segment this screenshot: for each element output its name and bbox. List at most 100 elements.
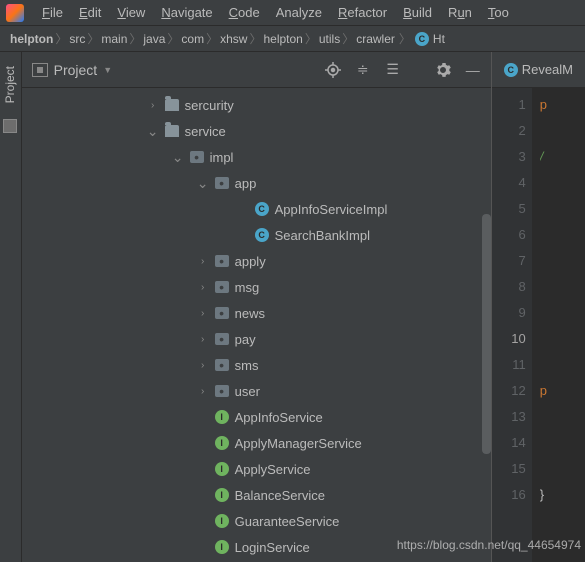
tree-row[interactable]: ›user xyxy=(22,378,491,404)
gutter-line[interactable]: 10 xyxy=(492,326,526,352)
menu-build[interactable]: Build xyxy=(395,2,440,23)
menu-navigate[interactable]: Navigate xyxy=(153,2,220,23)
gutter-line[interactable]: 2 xyxy=(492,118,526,144)
collapse-all-icon[interactable]: ☰ xyxy=(385,62,401,78)
gutter-line[interactable]: 11 xyxy=(492,352,526,378)
project-view-selector[interactable]: Project ▼ xyxy=(32,62,113,78)
code-line[interactable] xyxy=(540,118,585,144)
tree-row[interactable]: ⌄impl xyxy=(22,144,491,170)
tree-label: sercurity xyxy=(185,98,234,113)
tree-row[interactable]: IApplyManagerService xyxy=(22,430,491,456)
chevron-right-icon[interactable]: › xyxy=(197,282,209,293)
code-line[interactable] xyxy=(540,274,585,300)
gutter-line[interactable]: 4 xyxy=(492,170,526,196)
tree-label: ApplyManagerService xyxy=(235,436,362,451)
menu-code[interactable]: Code xyxy=(221,2,268,23)
project-tree[interactable]: ›sercurity⌄service⌄impl⌄appCAppInfoServi… xyxy=(22,88,491,562)
gutter-line[interactable]: 1 xyxy=(492,92,526,118)
breadcrumb-item[interactable]: xhsw xyxy=(220,32,247,46)
scrollbar-vertical[interactable] xyxy=(482,214,491,454)
breadcrumb-item[interactable]: utils xyxy=(319,32,340,46)
gutter-line[interactable]: 8 xyxy=(492,274,526,300)
code-line[interactable] xyxy=(540,222,585,248)
menu-edit[interactable]: Edit xyxy=(71,2,109,23)
tree-row[interactable]: ILoginService xyxy=(22,534,491,560)
breadcrumb-item[interactable]: helpton xyxy=(10,32,53,46)
code-line[interactable] xyxy=(540,404,585,430)
code-line[interactable] xyxy=(540,248,585,274)
gutter-line[interactable]: 13 xyxy=(492,404,526,430)
code-line[interactable] xyxy=(540,430,585,456)
breadcrumb-item[interactable]: main xyxy=(101,32,127,46)
gear-icon[interactable] xyxy=(435,62,451,78)
gutter-line[interactable]: 14 xyxy=(492,430,526,456)
tree-row[interactable]: ⌄app xyxy=(22,170,491,196)
code-line[interactable] xyxy=(540,170,585,196)
gutter-line[interactable]: 3 xyxy=(492,144,526,170)
gutter-line[interactable]: 15 xyxy=(492,456,526,482)
gutter-line[interactable]: 12 xyxy=(492,378,526,404)
editor-tab[interactable]: C RevealM xyxy=(498,62,579,77)
menu-tools[interactable]: Too xyxy=(480,2,517,23)
chevron-right-icon[interactable]: › xyxy=(197,360,209,371)
gutter-line[interactable]: 5 xyxy=(492,196,526,222)
code-line[interactable]: p xyxy=(540,92,585,118)
gutter-line[interactable]: 6 xyxy=(492,222,526,248)
code-area[interactable]: p / p} xyxy=(532,88,585,562)
menu-view[interactable]: View xyxy=(109,2,153,23)
editor-gutter[interactable]: 12345678910111213141516 xyxy=(492,88,532,562)
gutter-line[interactable]: 16 xyxy=(492,482,526,508)
tree-row[interactable]: CAppInfoServiceImpl xyxy=(22,196,491,222)
chevron-right-icon[interactable]: › xyxy=(197,386,209,397)
code-line[interactable] xyxy=(540,456,585,482)
package-icon xyxy=(215,307,229,319)
tree-row[interactable]: › pay xyxy=(22,326,491,352)
tree-row[interactable]: IBalanceService xyxy=(22,482,491,508)
chevron-down-icon[interactable]: ⌄ xyxy=(147,123,159,140)
tree-row[interactable]: ›apply xyxy=(22,248,491,274)
code-line[interactable] xyxy=(540,196,585,222)
tree-row[interactable]: IAppInfoService xyxy=(22,404,491,430)
tree-row[interactable]: › sercurity xyxy=(22,92,491,118)
chevron-down-icon[interactable]: ⌄ xyxy=(197,175,209,192)
menu-run[interactable]: Run xyxy=(440,2,480,23)
folder-icon xyxy=(165,125,179,137)
breadcrumb: helpton〉src〉main〉java〉com〉xhsw〉helpton〉u… xyxy=(0,26,585,52)
code-line[interactable] xyxy=(540,300,585,326)
menu-file[interactable]: File xyxy=(34,2,71,23)
chevron-down-icon[interactable]: ⌄ xyxy=(172,149,184,166)
breadcrumb-item[interactable]: crawler xyxy=(356,32,395,46)
breadcrumb-item[interactable]: src xyxy=(69,32,85,46)
code-line[interactable] xyxy=(540,352,585,378)
breadcrumb-class[interactable]: C Ht xyxy=(415,32,445,46)
locate-icon[interactable] xyxy=(325,62,341,78)
tree-row[interactable]: ⌄ service xyxy=(22,118,491,144)
tree-label: service xyxy=(185,124,226,139)
tree-row[interactable]: IGuaranteeService xyxy=(22,508,491,534)
tree-row[interactable]: CSearchBankImpl xyxy=(22,222,491,248)
tree-row[interactable]: ›msg xyxy=(22,274,491,300)
gutter-line[interactable]: 7 xyxy=(492,248,526,274)
menu-analyze[interactable]: Analyze xyxy=(268,2,330,23)
code-line[interactable]: } xyxy=(540,482,585,508)
chevron-right-icon[interactable]: › xyxy=(197,308,209,319)
tree-row[interactable]: ›news xyxy=(22,300,491,326)
project-tool-button[interactable]: Project xyxy=(3,60,17,109)
expand-all-icon[interactable]: ≑ xyxy=(355,62,371,78)
code-line[interactable]: / xyxy=(540,144,585,170)
code-line[interactable] xyxy=(540,326,585,352)
menu-refactor[interactable]: Refactor xyxy=(330,2,395,23)
breadcrumb-item[interactable]: java xyxy=(143,32,165,46)
tree-row[interactable]: IApplyService xyxy=(22,456,491,482)
breadcrumb-item[interactable]: com xyxy=(181,32,204,46)
chevron-right-icon[interactable]: › xyxy=(197,256,209,267)
gutter-line[interactable]: 9 xyxy=(492,300,526,326)
chevron-right-icon[interactable]: › xyxy=(147,100,159,111)
hide-icon[interactable]: — xyxy=(465,62,481,78)
code-line[interactable]: p xyxy=(540,378,585,404)
breadcrumb-item[interactable]: helpton xyxy=(263,32,302,46)
chevron-right-icon[interactable]: › xyxy=(197,334,209,345)
structure-tool-icon[interactable] xyxy=(3,119,17,133)
tree-row[interactable]: ›sms xyxy=(22,352,491,378)
tree-label: pay xyxy=(235,332,256,347)
